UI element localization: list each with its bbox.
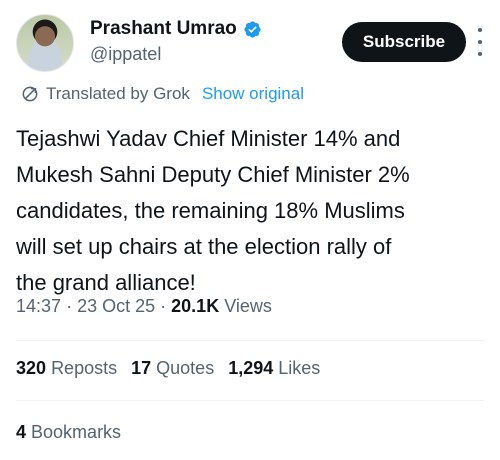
likes-stat[interactable]: 1,294 Likes	[228, 358, 320, 379]
bookmarks-label: Bookmarks	[31, 422, 122, 442]
quotes-stat[interactable]: 17 Quotes	[131, 358, 214, 379]
show-original-link[interactable]: Show original	[202, 84, 304, 104]
tweet-line: candidates, the remaining 18% Muslims	[16, 198, 405, 223]
subscribe-button[interactable]: Subscribe	[342, 22, 466, 62]
translation-row: Translated by Grok Show original	[20, 84, 304, 104]
meta-separator: ·	[66, 296, 73, 316]
more-options-icon[interactable]	[476, 28, 484, 56]
avatar[interactable]	[16, 14, 74, 72]
author-handle[interactable]: @ippatel	[90, 44, 262, 65]
name-row: Prashant Umrao	[90, 18, 262, 40]
likes-count: 1,294	[228, 358, 274, 378]
divider	[16, 340, 484, 341]
reposts-stat[interactable]: 320 Reposts	[16, 358, 117, 379]
tweet-time[interactable]: 14:37	[16, 296, 61, 316]
quotes-label: Quotes	[156, 358, 215, 378]
translated-by-label: Translated by Grok	[46, 84, 190, 103]
verified-badge-icon	[244, 20, 261, 38]
tweet-meta: 14:37 · 23 Oct 25 · 20.1K Views	[16, 296, 272, 317]
likes-label: Likes	[278, 358, 321, 378]
quotes-count: 17	[131, 358, 152, 378]
tweet-header: Prashant Umrao @ippatel Subscribe	[16, 14, 484, 76]
meta-separator: ·	[160, 296, 167, 316]
tweet-line: Mukesh Sahni Deputy Chief Minister 2%	[16, 162, 410, 187]
tweet-text: Tejashwi Yadav Chief Minister 14% and Mu…	[16, 121, 486, 301]
engagement-stats: 320 Reposts 17 Quotes 1,294 Likes	[16, 358, 320, 379]
bookmarks-stat[interactable]: 4 Bookmarks	[16, 422, 121, 443]
views-label: Views	[224, 296, 272, 316]
divider	[16, 400, 484, 401]
views-count: 20.1K	[171, 296, 220, 316]
tweet-line: Tejashwi Yadav Chief Minister 14% and	[16, 126, 401, 151]
tweet-line: will set up chairs at the election rally…	[16, 234, 392, 259]
reposts-count: 320	[16, 358, 47, 378]
reposts-label: Reposts	[51, 358, 118, 378]
author-block: Prashant Umrao @ippatel	[90, 18, 262, 65]
bookmarks-count: 4	[16, 422, 27, 442]
tweet-date[interactable]: 23 Oct 25	[77, 296, 155, 316]
author-name[interactable]: Prashant Umrao	[90, 18, 237, 40]
translate-icon	[22, 86, 38, 102]
